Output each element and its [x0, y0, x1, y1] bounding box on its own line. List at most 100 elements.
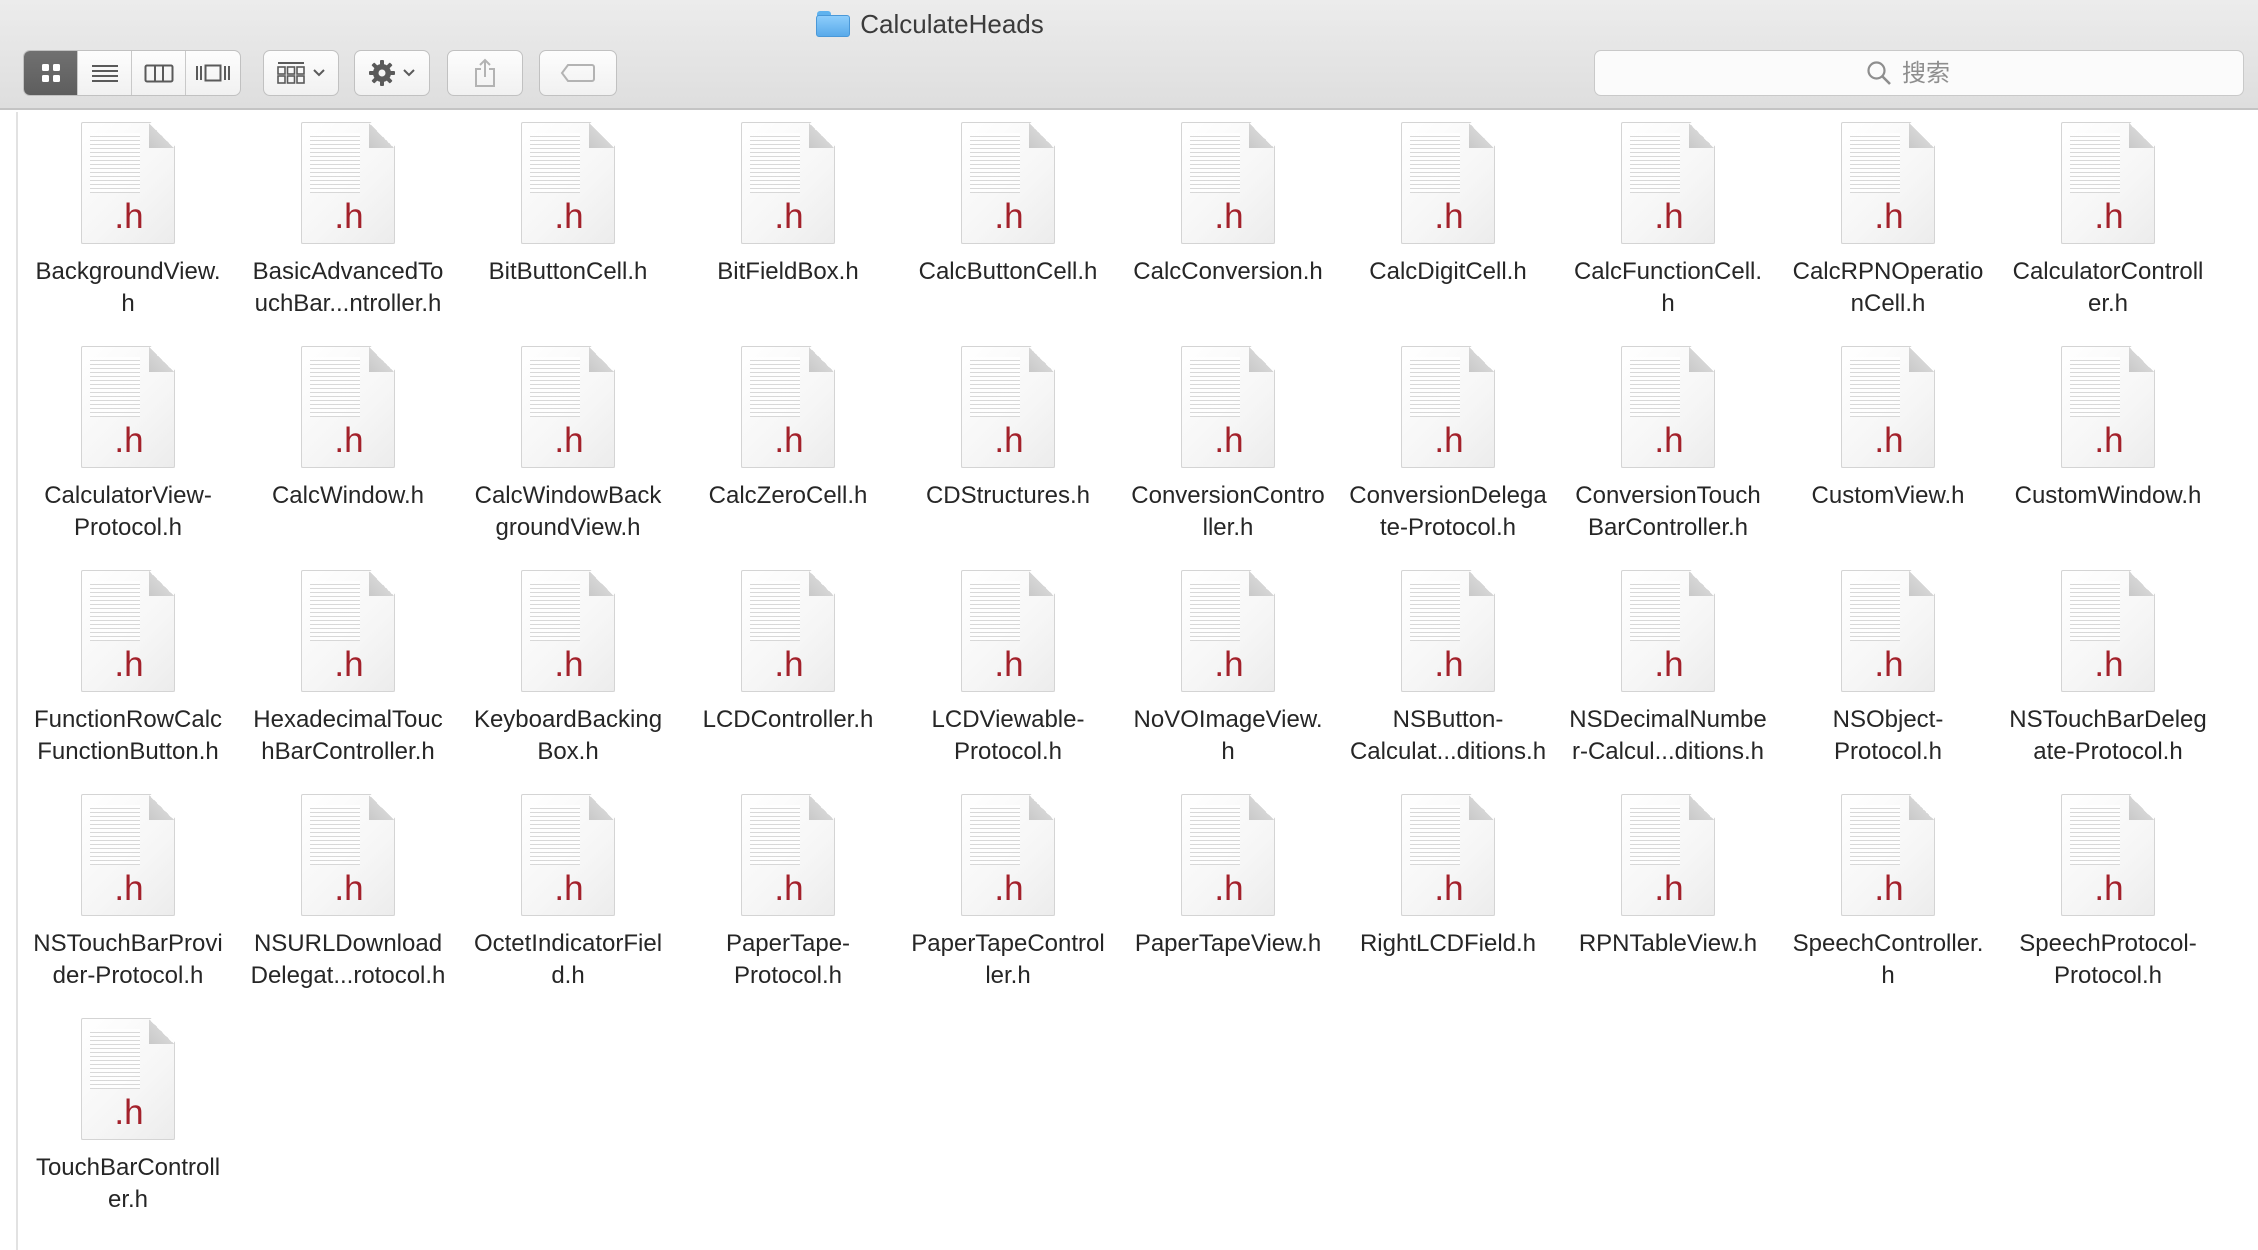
file-name-line: ller.h [1202, 514, 1254, 541]
file-name-line: NSTouchBarProvi [33, 930, 223, 957]
header-file-icon: .h [1401, 570, 1495, 692]
header-file-icon: .h [1181, 122, 1275, 244]
share-icon [475, 58, 495, 87]
file-name-line: NSDecimalNumbe [1569, 706, 1767, 733]
file-item[interactable]: .h CustomWindow.h [1998, 344, 2218, 568]
action-button[interactable] [354, 50, 430, 96]
file-item[interactable]: .h LCDController.h [678, 568, 898, 792]
header-file-icon: .h [961, 122, 1055, 244]
file-item[interactable]: .h CalcRPNOperatio nCell.h [1778, 120, 1998, 344]
file-item[interactable]: .h NSTouchBarDeleg ate-Protocol.h [1998, 568, 2218, 792]
file-item[interactable]: .h CalcDigitCell.h [1338, 120, 1558, 344]
file-item[interactable]: .h KeyboardBacking Box.h [458, 568, 678, 792]
header-file-icon: .h [741, 794, 835, 916]
view-as-list-button[interactable] [78, 51, 132, 95]
file-item[interactable]: .h ConversionContro ller.h [1118, 344, 1338, 568]
file-item[interactable]: .h CalculatorControll er.h [1998, 120, 2218, 344]
file-extension-badge: .h [1874, 421, 1904, 460]
file-item[interactable]: .h ConversionTouch BarController.h [1558, 344, 1778, 568]
file-item[interactable]: .h RightLCDField.h [1338, 792, 1558, 1016]
file-name-line: groundView.h [495, 514, 641, 541]
file-item[interactable]: .h BackgroundView. h [18, 120, 238, 344]
file-item[interactable]: .h BitFieldBox.h [678, 120, 898, 344]
file-name-line: te-Protocol.h [1379, 514, 1517, 541]
header-file-icon: .h [741, 122, 835, 244]
file-item[interactable]: .h ConversionDelega te-Protocol.h [1338, 344, 1558, 568]
search-field[interactable] [1594, 50, 2244, 96]
share-button[interactable] [447, 50, 523, 96]
file-extension-badge: .h [554, 645, 584, 684]
file-name: BitButtonCell.h [463, 256, 673, 288]
file-item[interactable]: .h TouchBarControll er.h [18, 1016, 238, 1240]
view-mode-segmented-control [23, 50, 241, 96]
file-name-line: NoVOImageView. [1133, 706, 1323, 733]
file-item[interactable]: .h SpeechController. h [1778, 792, 1998, 1016]
file-item[interactable]: .h CalcZeroCell.h [678, 344, 898, 568]
window-title: CalculateHeads [0, 6, 1860, 42]
file-item[interactable]: .h NSURLDownload Delegat...rotocol.h [238, 792, 458, 1016]
file-name: SpeechController. h [1783, 928, 1993, 992]
file-name: NSDecimalNumbe r-Calcul...ditions.h [1563, 704, 1773, 768]
file-extension-badge: .h [1654, 645, 1684, 684]
file-name: CustomWindow.h [2003, 480, 2213, 512]
file-name: CustomView.h [1783, 480, 1993, 512]
file-item[interactable]: .h CDStructures.h [898, 344, 1118, 568]
chevron-down-icon [403, 69, 415, 77]
file-name: CalcFunctionCell. h [1563, 256, 1773, 320]
file-item[interactable]: .h FunctionRowCalc FunctionButton.h [18, 568, 238, 792]
file-item[interactable]: .h NoVOImageView. h [1118, 568, 1338, 792]
file-name-line: h [121, 290, 135, 317]
file-item[interactable]: .h BasicAdvancedTo uchBar...ntroller.h [238, 120, 458, 344]
file-item[interactable]: .h PaperTape- Protocol.h [678, 792, 898, 1016]
file-name-line: h [1661, 290, 1675, 317]
file-extension-badge: .h [334, 645, 364, 684]
file-item[interactable]: .h CalcWindow.h [238, 344, 458, 568]
search-input[interactable] [1902, 59, 1972, 87]
file-item[interactable]: .h CustomView.h [1778, 344, 1998, 568]
file-extension-badge: .h [994, 197, 1024, 236]
file-item[interactable]: .h PaperTapeView.h [1118, 792, 1338, 1016]
file-name-line: Protocol.h [2053, 962, 2163, 989]
file-item[interactable]: .h BitButtonCell.h [458, 120, 678, 344]
file-item[interactable]: .h RPNTableView.h [1558, 792, 1778, 1016]
file-name-line: nCell.h [1850, 290, 1926, 317]
file-item[interactable]: .h CalcConversion.h [1118, 120, 1338, 344]
file-item[interactable]: .h NSTouchBarProvi der-Protocol.h [18, 792, 238, 1016]
file-name: RPNTableView.h [1563, 928, 1773, 960]
view-as-columns-button[interactable] [132, 51, 186, 95]
file-item[interactable]: .h SpeechProtocol- Protocol.h [1998, 792, 2218, 1016]
file-name: ConversionDelega te-Protocol.h [1343, 480, 1553, 544]
file-item[interactable]: .h NSDecimalNumbe r-Calcul...ditions.h [1558, 568, 1778, 792]
header-file-icon: .h [741, 570, 835, 692]
file-item[interactable]: .h NSButton- Calculat...ditions.h [1338, 568, 1558, 792]
file-name: BitFieldBox.h [683, 256, 893, 288]
header-file-icon: .h [81, 346, 175, 468]
file-name-line: CalcRPNOperatio [1792, 258, 1984, 285]
view-as-icons-button[interactable] [24, 51, 78, 95]
file-item[interactable]: .h CalculatorView- Protocol.h [18, 344, 238, 568]
file-item[interactable]: .h NSObject- Protocol.h [1778, 568, 1998, 792]
file-item[interactable]: .h CalcButtonCell.h [898, 120, 1118, 344]
file-name: NSTouchBarDeleg ate-Protocol.h [2003, 704, 2213, 768]
file-name-line: KeyboardBacking [473, 706, 663, 733]
file-item[interactable]: .h PaperTapeControl ler.h [898, 792, 1118, 1016]
file-name-line: CalculatorView- [44, 482, 212, 509]
file-item[interactable]: .h OctetIndicatorFiel d.h [458, 792, 678, 1016]
file-name-line: PaperTapeControl [911, 930, 1105, 957]
file-item[interactable]: .h LCDViewable- Protocol.h [898, 568, 1118, 792]
file-extension-badge: .h [774, 645, 804, 684]
edit-tags-button[interactable] [539, 50, 617, 96]
file-item[interactable]: .h HexadecimalTouc hBarController.h [238, 568, 458, 792]
header-file-icon: .h [2061, 122, 2155, 244]
file-item[interactable]: .h CalcFunctionCell. h [1558, 120, 1778, 344]
folder-icon [816, 11, 851, 37]
arrange-button[interactable] [263, 50, 339, 96]
header-file-icon: .h [521, 570, 615, 692]
file-item[interactable]: .h CalcWindowBack groundView.h [458, 344, 678, 568]
view-as-coverflow-button[interactable] [186, 51, 240, 95]
file-extension-badge: .h [1654, 869, 1684, 908]
file-name-line: BitButtonCell.h [488, 258, 648, 285]
file-name-line: PaperTape- [725, 930, 851, 957]
header-file-icon: .h [1621, 122, 1715, 244]
header-file-icon: .h [301, 570, 395, 692]
